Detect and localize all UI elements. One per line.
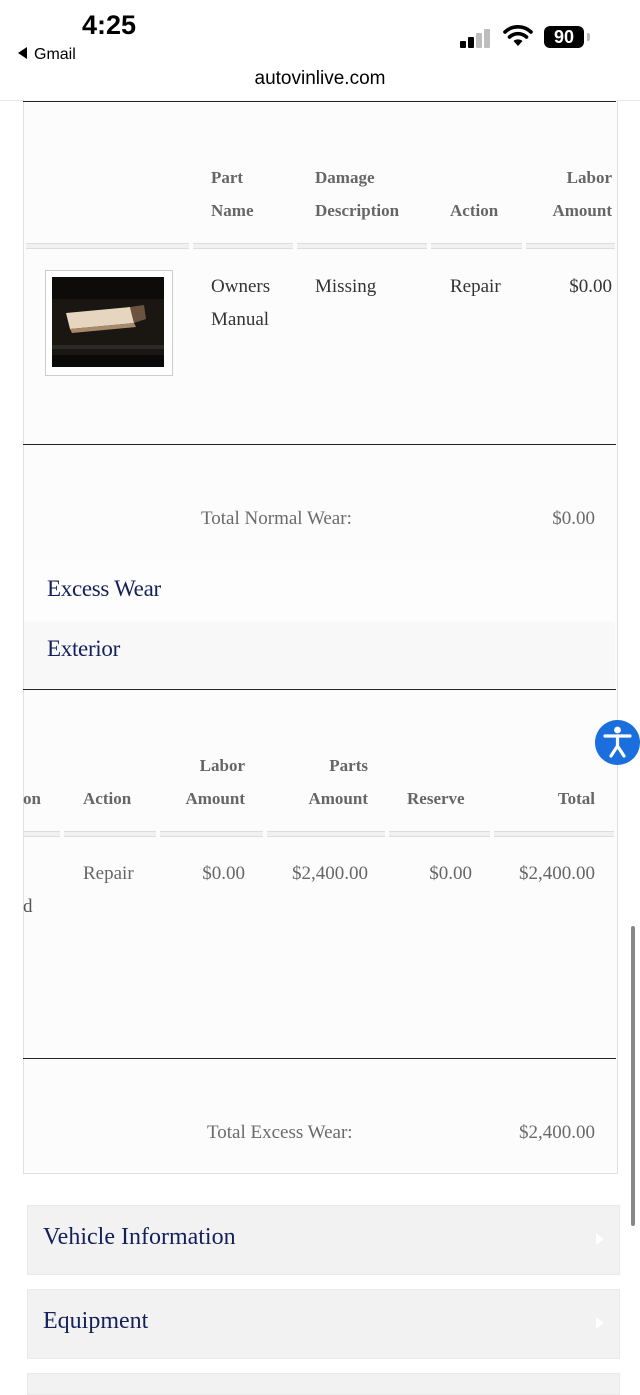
header-action: Action [450, 201, 499, 220]
header-separator [297, 243, 427, 249]
total-normal-wear-label: Total Normal Wear: [201, 508, 352, 529]
battery-indicator: 90 [544, 26, 584, 48]
header-separator [24, 831, 60, 837]
table-top-divider [23, 101, 616, 102]
header-damage-line2: Description [315, 201, 400, 220]
table-bottom-divider [23, 1058, 616, 1059]
total-normal-wear-value: $0.00 [552, 508, 595, 529]
header-parts-line2: Amount [308, 789, 368, 808]
header-reserve: Reserve [407, 789, 465, 808]
owners-manual-photo-thumbnail[interactable] [45, 270, 173, 376]
row-action: Repair [83, 863, 134, 884]
back-to-gmail-link[interactable]: Gmail [18, 46, 76, 64]
header-separator [26, 243, 189, 249]
header-cutoff-column: on [23, 789, 41, 808]
total-excess-wear-value: $2,400.00 [519, 1122, 595, 1143]
header-action: Action [83, 789, 132, 808]
accordion-label: Vehicle Information [43, 1224, 236, 1250]
header-labor-line1: Labor [566, 168, 612, 187]
header-total: Total [557, 789, 595, 808]
table-top-divider [23, 689, 616, 690]
row-part-name-line2: Manual [211, 309, 270, 330]
chevron-right-icon [596, 1233, 604, 1245]
header-separator [193, 243, 293, 249]
header-parts-line1: Parts [329, 756, 368, 775]
cellular-signal-icon [460, 28, 494, 48]
header-separator [494, 831, 614, 837]
table-bottom-divider [23, 444, 616, 445]
header-separator [431, 243, 522, 249]
back-app-label: Gmail [34, 46, 76, 63]
header-separator [267, 831, 385, 837]
wifi-icon [503, 25, 533, 46]
header-part-name-line1: Part [211, 168, 244, 187]
battery-tip-icon [587, 33, 590, 41]
status-time: 4:25 [82, 10, 137, 40]
row-total: $2,400.00 [519, 863, 595, 884]
accessibility-button[interactable] [595, 720, 640, 765]
header-part-name-line2: Name [211, 201, 254, 220]
row-reserve: $0.00 [429, 863, 472, 884]
header-labor-line1: Labor [199, 756, 245, 775]
status-bar: 4:25 Gmail 90 autovinlive.com [0, 0, 640, 101]
header-labor-line2: Amount [552, 201, 612, 220]
row-labor-amount: $0.00 [202, 863, 245, 884]
header-separator [526, 243, 615, 249]
row-parts-amount: $2,400.00 [292, 863, 368, 884]
vehicle-information-accordion[interactable]: Vehicle Information [27, 1205, 620, 1275]
equipment-accordion[interactable]: Equipment [27, 1289, 620, 1359]
header-separator [64, 831, 156, 837]
row-part-name-line1: Owners [211, 276, 271, 297]
header-labor-line2: Amount [185, 789, 245, 808]
exterior-subheading: Exterior [47, 636, 120, 661]
excess-wear-heading: Excess Wear [47, 576, 161, 601]
row-action: Repair [450, 276, 501, 297]
url-bar[interactable]: autovinlive.com [0, 68, 640, 90]
header-damage-line1: Damage [315, 168, 375, 187]
chevron-right-icon [596, 1317, 604, 1329]
total-excess-wear-label: Total Excess Wear: [207, 1122, 353, 1143]
accessibility-person-icon [603, 726, 632, 758]
row-cutoff-text: d [23, 896, 33, 917]
row-damage-description: Missing [315, 276, 377, 297]
back-arrow-icon [18, 47, 27, 59]
accordion-label: Equipment [43, 1308, 149, 1334]
header-separator [389, 831, 490, 837]
owners-manual-photo-icon [52, 277, 164, 367]
page-scrollbar[interactable] [631, 926, 635, 1226]
row-labor-amount: $0.00 [569, 276, 612, 297]
next-accordion-partial[interactable] [27, 1373, 620, 1395]
header-separator [160, 831, 263, 837]
